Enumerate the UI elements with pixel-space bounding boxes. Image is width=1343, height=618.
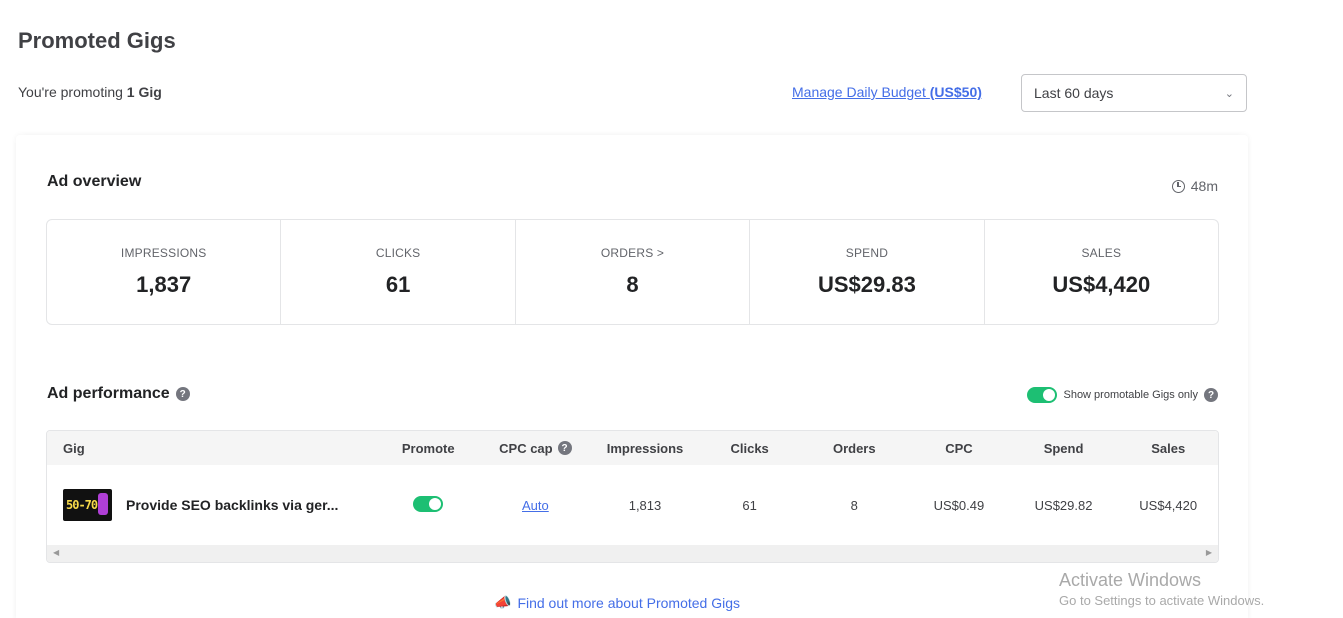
clock-icon <box>1171 179 1185 193</box>
budget-link-label: Manage Daily Budget <box>792 84 926 100</box>
promotable-only-toggle[interactable] <box>1027 387 1058 403</box>
promoting-summary: You're promoting 1 Gig <box>18 84 162 100</box>
stat-label: SALES <box>1081 246 1122 260</box>
watermark-subtitle: Go to Settings to activate Windows. <box>1059 593 1265 608</box>
stat-spend: SPEND US$29.83 <box>750 220 985 324</box>
column-header-orders: Orders <box>832 440 876 456</box>
find-out-more-link[interactable]: 📣 Find out more about Promoted Gigs <box>494 594 740 611</box>
cpc-cap-cell: Auto <box>481 498 591 513</box>
stat-label: SPEND <box>845 246 889 260</box>
cpc-cap-label: CPC cap <box>499 440 553 456</box>
ad-performance-label: Ad performance <box>47 385 170 402</box>
stat-value: 61 <box>385 272 411 297</box>
gig-title[interactable]: Provide SEO backlinks via ger... <box>126 497 338 513</box>
stat-impressions: IMPRESSIONS 1,837 <box>47 220 282 324</box>
stats-panel: IMPRESSIONS 1,837 CLICKS 61 ORDERS > 8 S… <box>46 219 1219 325</box>
promoted-gigs-card: Ad overview 48m IMPRESSIONS 1,837 CLICKS… <box>16 135 1248 618</box>
column-header-promote: Promote <box>401 440 455 456</box>
column-header-cpc: CPC <box>945 440 973 456</box>
gig-cell: 50-70 Provide SEO backlinks via ger... <box>47 489 376 521</box>
thumbnail-figure-icon <box>98 493 108 515</box>
date-range-value: Last 60 days <box>1034 85 1114 101</box>
promote-cell <box>376 495 481 515</box>
cpc-cap-auto-link[interactable]: Auto <box>522 498 549 513</box>
manage-daily-budget-link[interactable]: Manage Daily Budget (US$50) <box>792 84 982 100</box>
budget-amount: (US$50) <box>929 84 982 100</box>
column-header-cpc-cap: CPC cap ? <box>481 441 591 456</box>
scroll-left-icon[interactable]: ◀ <box>53 548 59 557</box>
table-row: 50-70 Provide SEO backlinks via ger... A… <box>47 465 1218 545</box>
cpc-cell: US$0.49 <box>933 497 985 513</box>
help-icon[interactable]: ? <box>557 441 572 455</box>
promoting-prefix: You're promoting <box>18 84 123 100</box>
orders-cell: 8 <box>850 497 858 513</box>
horizontal-scrollbar[interactable]: ◀ ▶ <box>47 545 1218 562</box>
spend-cell: US$29.82 <box>1034 497 1093 513</box>
stat-value: 8 <box>626 272 639 297</box>
column-header-impressions: Impressions <box>606 440 684 456</box>
help-icon[interactable]: ? <box>1204 388 1218 402</box>
column-header-gig: Gig <box>63 440 85 456</box>
gig-thumbnail-text: 50-70 <box>66 498 98 512</box>
stat-orders[interactable]: ORDERS > 8 <box>516 220 751 324</box>
scroll-right-icon[interactable]: ▶ <box>1206 548 1212 557</box>
activate-windows-watermark: Activate Windows Go to Settings to activ… <box>1059 570 1264 608</box>
megaphone-icon: 📣 <box>494 594 512 610</box>
impressions-cell: 1,813 <box>628 497 662 513</box>
find-out-more-label: Find out more about Promoted Gigs <box>517 594 740 611</box>
help-icon[interactable]: ? <box>175 387 190 401</box>
promote-toggle[interactable] <box>413 495 444 512</box>
stat-value: US$29.83 <box>817 272 916 297</box>
clicks-cell: 61 <box>742 497 757 513</box>
stat-clicks: CLICKS 61 <box>281 220 516 324</box>
column-header-sales: Sales <box>1151 440 1186 456</box>
performance-table: Gig Promote CPC cap ? Impressions Clicks… <box>46 430 1219 563</box>
column-header-spend: Spend <box>1043 440 1084 456</box>
timer-value: 48m <box>1190 178 1218 194</box>
promoting-count: 1 Gig <box>126 84 162 100</box>
timer: 48m <box>1171 178 1218 194</box>
chevron-down-icon: ⌄ <box>1224 87 1234 100</box>
stat-value: US$4,420 <box>1052 272 1151 297</box>
page-title: Promoted Gigs <box>18 28 176 53</box>
column-header-clicks: Clicks <box>730 440 769 456</box>
watermark-title: Activate Windows <box>1059 570 1202 590</box>
stat-label: IMPRESSIONS <box>120 246 207 260</box>
gig-thumbnail[interactable]: 50-70 <box>63 489 112 521</box>
stat-label: ORDERS > <box>600 246 665 260</box>
sales-cell: US$4,420 <box>1139 497 1198 513</box>
ad-overview-title: Ad overview <box>47 173 142 190</box>
stat-sales: SALES US$4,420 <box>985 220 1218 324</box>
table-header: Gig Promote CPC cap ? Impressions Clicks… <box>47 431 1218 465</box>
promotable-filter: Show promotable Gigs only ? <box>1027 387 1218 403</box>
stat-value: 1,837 <box>136 272 192 297</box>
promotable-filter-label: Show promotable Gigs only <box>1063 389 1198 401</box>
stat-label: CLICKS <box>375 246 421 260</box>
date-range-select[interactable]: Last 60 days ⌄ <box>1021 74 1247 112</box>
ad-performance-title: Ad performance ? <box>47 385 190 403</box>
